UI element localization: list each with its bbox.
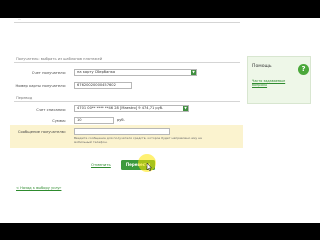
amount-value: 10 xyxy=(77,118,82,122)
back-link[interactable]: < Назад к выбору услуг xyxy=(16,186,61,191)
debit-select[interactable]: 4701 00** **** **46 28 [Maestro] 9 474,7… xyxy=(74,105,189,112)
message-hint: Введите сообщение для получателя средств… xyxy=(74,136,202,144)
help-title: Помощь xyxy=(252,64,272,69)
card-number-input[interactable]: 67620020000457602 xyxy=(74,82,132,89)
message-label: Сообщение получателю: xyxy=(17,130,66,134)
faq-link[interactable]: Часто задаваемые вопросы xyxy=(252,79,290,87)
chevron-down-icon: ▼ xyxy=(191,70,196,75)
cancel-link[interactable]: Отменить xyxy=(91,162,111,168)
debit-label: Счет списания: xyxy=(36,108,66,112)
transfer-page: ... Получатель: выбрать из шаблонов плат… xyxy=(0,18,320,223)
divider xyxy=(14,22,240,23)
transfer-heading: Перевод xyxy=(16,96,33,100)
message-input[interactable] xyxy=(74,128,170,135)
chevron-down-icon: ▼ xyxy=(183,106,188,111)
recipient-heading: Получатель: выбрать из шаблонов платежей xyxy=(16,57,102,62)
currency-label: руб. xyxy=(117,118,125,122)
account-select-value: на карту Сбербанка xyxy=(77,70,116,74)
card-number-label: Номер карты получателя: xyxy=(15,84,66,88)
help-panel: Помощь ? Часто задаваемые вопросы xyxy=(247,56,311,104)
header-fragment: ... xyxy=(18,18,22,21)
debit-select-value: 4701 00** **** **46 28 [Maestro] 9 474,7… xyxy=(77,106,164,110)
divider xyxy=(14,101,240,102)
card-number-value: 67620020000457602 xyxy=(77,83,116,87)
amount-input[interactable]: 10 xyxy=(74,117,114,124)
account-label: Счет получателя: xyxy=(31,71,66,75)
account-select[interactable]: на карту Сбербанка ▼ xyxy=(74,69,197,76)
divider xyxy=(14,62,240,63)
question-icon: ? xyxy=(298,64,309,75)
amount-label: Сумма: xyxy=(52,119,66,123)
recipient-heading-text: Получатель: выбрать из шаблонов платежей xyxy=(16,57,103,61)
pointer-cursor-icon xyxy=(146,163,152,171)
